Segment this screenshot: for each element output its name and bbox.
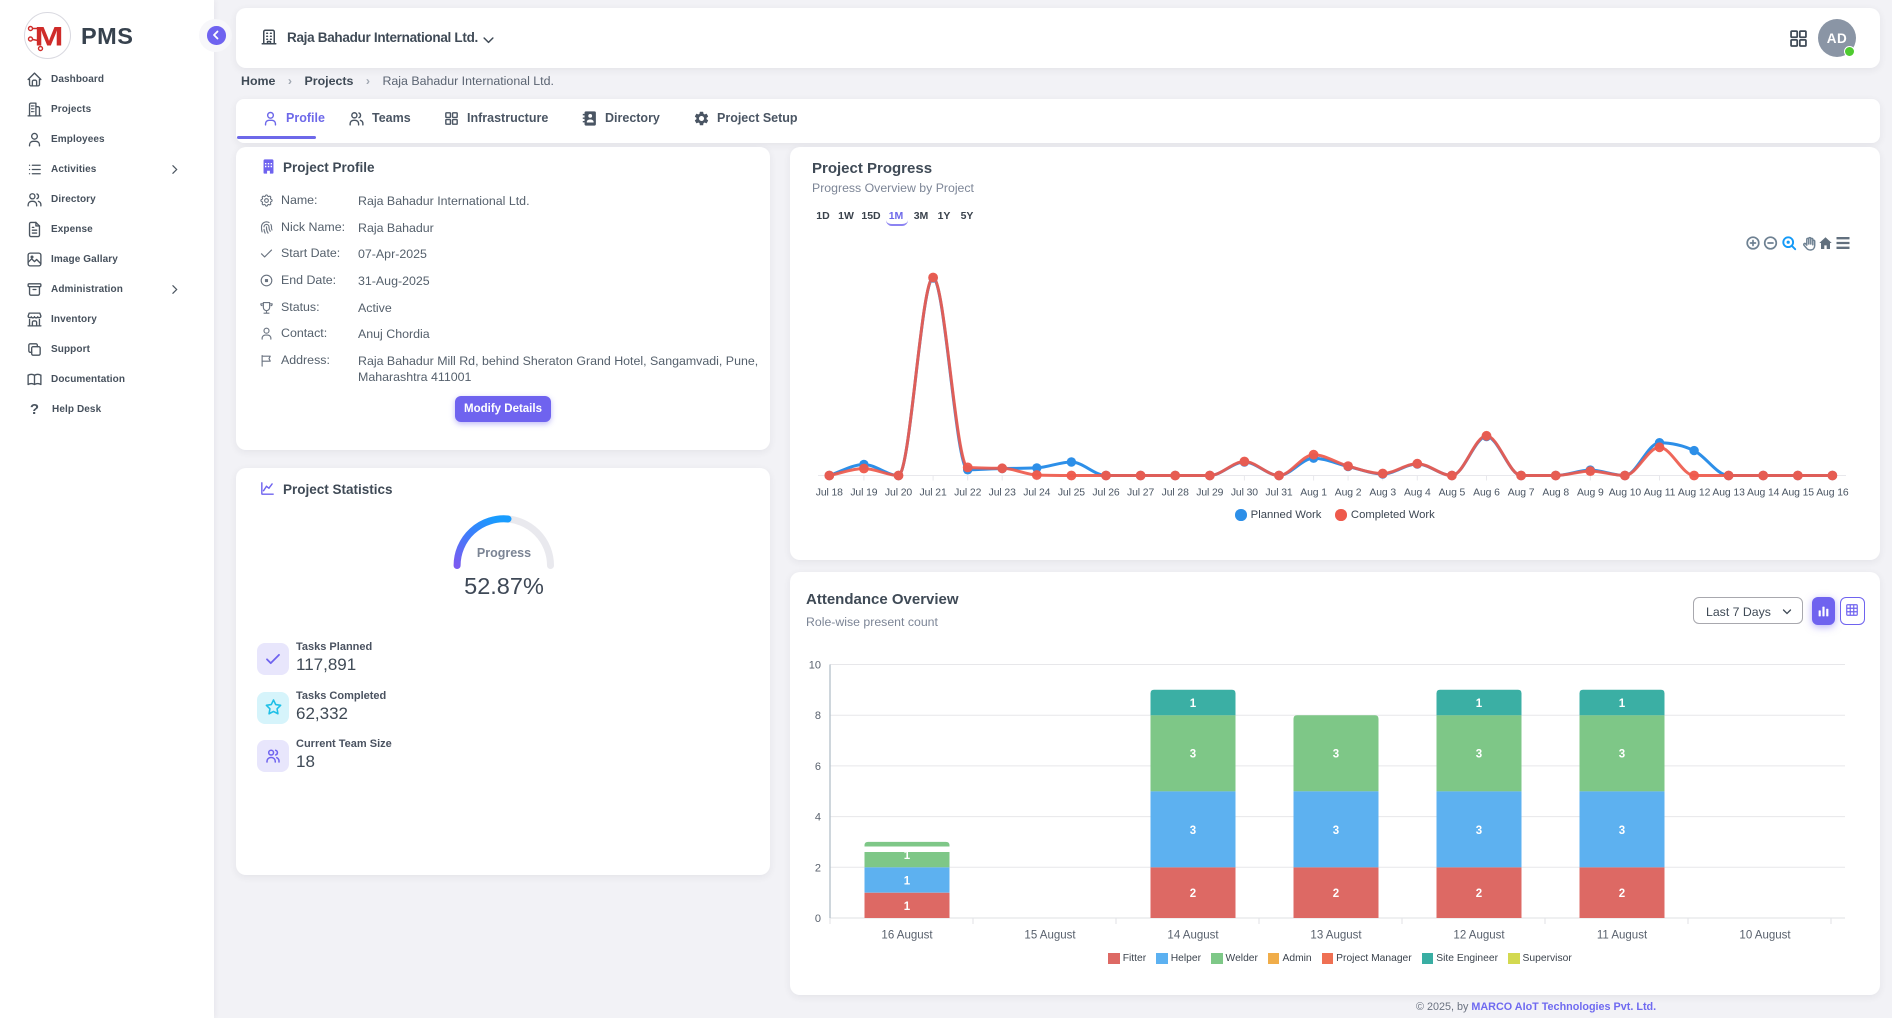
- svg-text:2: 2: [1476, 888, 1482, 900]
- svg-text:3: 3: [1333, 825, 1339, 837]
- svg-text:8: 8: [815, 710, 821, 722]
- svg-text:Jul 29: Jul 29: [1196, 488, 1223, 499]
- svg-text:Jul 30: Jul 30: [1231, 488, 1258, 499]
- svg-text:Jul 22: Jul 22: [954, 488, 981, 499]
- svg-text:3: 3: [1190, 749, 1196, 761]
- svg-text:Aug 1: Aug 1: [1300, 488, 1327, 499]
- svg-text:10 August: 10 August: [1739, 930, 1791, 942]
- svg-text:2: 2: [815, 862, 821, 874]
- svg-text:Aug 7: Aug 7: [1508, 488, 1535, 499]
- svg-text:2: 2: [1333, 888, 1339, 900]
- svg-text:Aug 12: Aug 12: [1678, 488, 1711, 499]
- svg-text:Jul 20: Jul 20: [885, 488, 912, 499]
- svg-text:Aug 2: Aug 2: [1335, 488, 1362, 499]
- svg-text:Jul 18: Jul 18: [816, 488, 843, 499]
- svg-text:12 August: 12 August: [1453, 930, 1505, 942]
- svg-text:1: 1: [1476, 698, 1483, 710]
- svg-text:4: 4: [815, 812, 821, 824]
- svg-text:Jul 24: Jul 24: [1023, 488, 1050, 499]
- svg-text:16 August: 16 August: [881, 930, 933, 942]
- svg-text:Jul 31: Jul 31: [1265, 488, 1292, 499]
- svg-text:11 August: 11 August: [1597, 930, 1648, 942]
- svg-text:Aug 3: Aug 3: [1369, 488, 1396, 499]
- svg-text:2: 2: [1619, 888, 1625, 900]
- svg-text:Aug 15: Aug 15: [1782, 488, 1815, 499]
- svg-text:Aug 10: Aug 10: [1609, 488, 1642, 499]
- svg-text:1: 1: [904, 876, 911, 888]
- svg-text:3: 3: [1190, 825, 1196, 837]
- svg-text:Aug 4: Aug 4: [1404, 488, 1431, 499]
- svg-text:13 August: 13 August: [1310, 930, 1362, 942]
- svg-text:10: 10: [809, 660, 821, 672]
- svg-text:Aug 9: Aug 9: [1577, 488, 1604, 499]
- svg-text:3: 3: [1619, 825, 1625, 837]
- svg-text:3: 3: [1619, 749, 1625, 761]
- svg-text:0: 0: [815, 913, 821, 925]
- svg-text:Jul 25: Jul 25: [1058, 488, 1085, 499]
- svg-text:6: 6: [815, 761, 821, 773]
- svg-text:Jul 19: Jul 19: [850, 488, 877, 499]
- svg-text:14 August: 14 August: [1167, 930, 1219, 942]
- svg-text:Jul 21: Jul 21: [920, 488, 947, 499]
- svg-text:Aug 13: Aug 13: [1712, 488, 1745, 499]
- svg-text:Jul 23: Jul 23: [989, 488, 1016, 499]
- svg-text:Aug 5: Aug 5: [1439, 488, 1466, 499]
- svg-text:1: 1: [1619, 698, 1626, 710]
- svg-text:Jul 26: Jul 26: [1092, 488, 1119, 499]
- svg-text:1: 1: [1190, 698, 1197, 710]
- svg-text:3: 3: [1333, 749, 1339, 761]
- svg-text:Aug 11: Aug 11: [1644, 488, 1676, 499]
- svg-text:1: 1: [904, 901, 911, 913]
- svg-text:Aug 14: Aug 14: [1747, 488, 1780, 499]
- svg-text:2: 2: [1190, 888, 1196, 900]
- svg-text:15 August: 15 August: [1024, 930, 1076, 942]
- svg-text:Aug 8: Aug 8: [1542, 488, 1569, 499]
- svg-text:Aug 16: Aug 16: [1816, 488, 1849, 499]
- svg-text:3: 3: [1476, 749, 1482, 761]
- svg-text:Aug 6: Aug 6: [1473, 488, 1500, 499]
- svg-text:3: 3: [1476, 825, 1482, 837]
- svg-text:Jul 27: Jul 27: [1127, 488, 1154, 499]
- svg-text:Jul 28: Jul 28: [1162, 488, 1189, 499]
